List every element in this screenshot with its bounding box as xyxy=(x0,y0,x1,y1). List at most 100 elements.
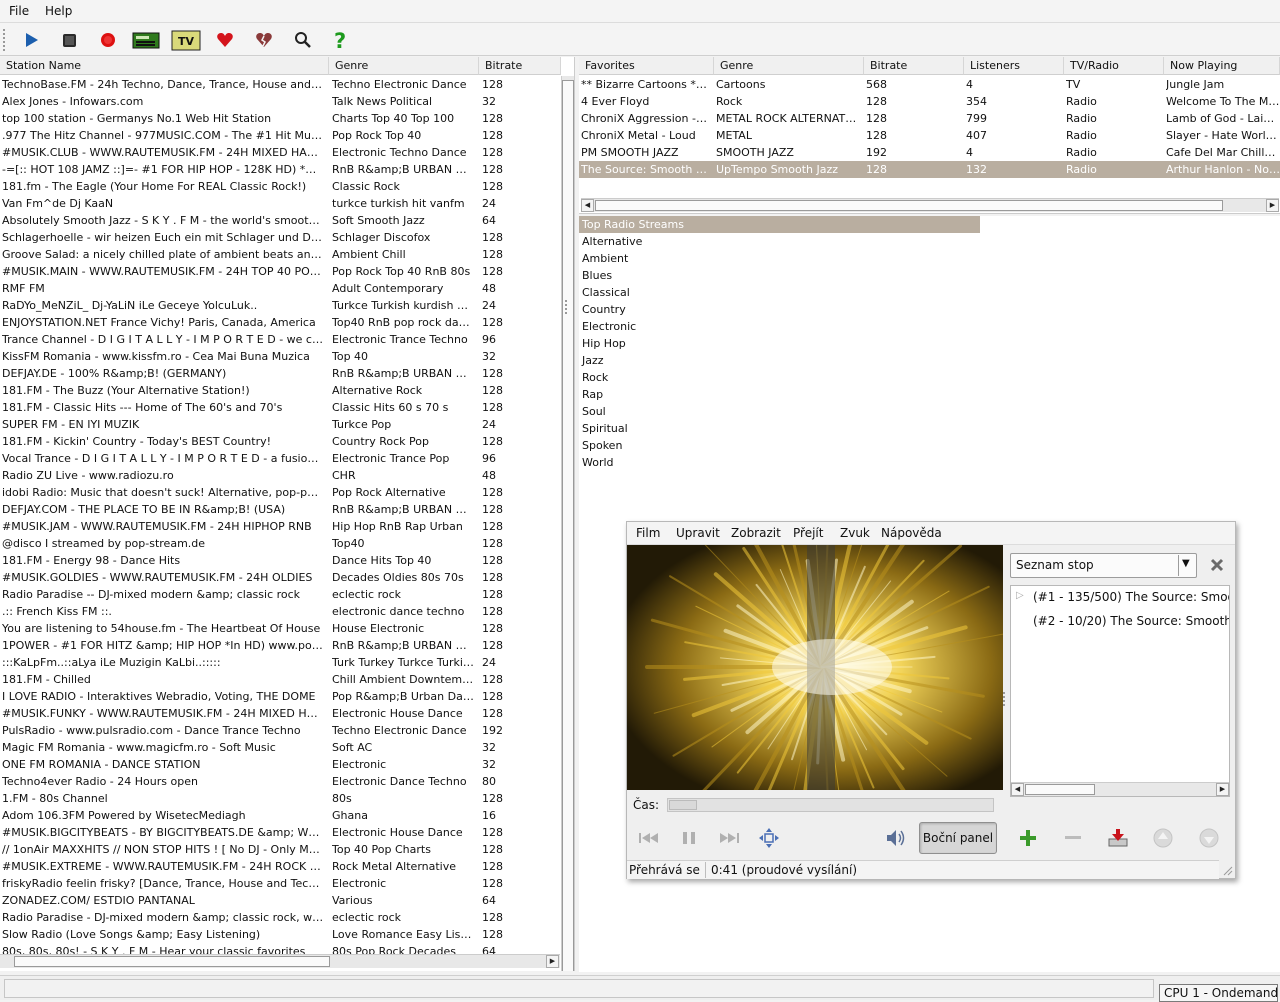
move-up-icon[interactable] xyxy=(1148,823,1178,853)
seek-slider-handle[interactable] xyxy=(669,800,697,810)
column-header-fav-genre[interactable]: Genre xyxy=(714,57,864,75)
table-row[interactable]: The Source: Smooth Jazz UpTempo Smooth Ja… xyxy=(579,161,1280,178)
player-splitter[interactable] xyxy=(1003,692,1009,706)
table-row[interactable]: RMF FM Adult Contemporary 48 xyxy=(0,280,560,297)
table-row[interactable]: #MUSIK.EXTREME - WWW.RAUTEMUSIK.FM - 24H… xyxy=(0,858,560,875)
playlist-scroll-right-arrow-icon[interactable]: ▶ xyxy=(1216,783,1229,796)
genre-item[interactable]: Rock xyxy=(579,369,608,386)
table-row[interactable]: #MUSIK.JAM - WWW.RAUTEMUSIK.FM - 24H HIP… xyxy=(0,518,560,535)
genre-item[interactable]: Top Radio Streams xyxy=(579,216,980,233)
table-row[interactable]: #MUSIK.CLUB - WWW.RAUTEMUSIK.FM - 24H MI… xyxy=(0,144,560,161)
column-header-listeners[interactable]: Listeners xyxy=(964,57,1064,75)
table-row[interactable]: 181.FM - The Buzz (Your Alternative Stat… xyxy=(0,382,560,399)
favorites-table[interactable]: Favorites Genre Bitrate Listeners TV/Rad… xyxy=(579,57,1280,214)
menu-help[interactable]: Help xyxy=(45,4,72,18)
table-row[interactable]: #MUSIK.FUNKY - WWW.RAUTEMUSIK.FM - 24H M… xyxy=(0,705,560,722)
table-row[interactable]: TechnoBase.FM - 24h Techno, Dance, Tranc… xyxy=(0,76,560,93)
station-list-vscrollbar[interactable]: ▼ xyxy=(561,76,574,971)
genre-item[interactable]: Spiritual xyxy=(579,420,628,437)
chevron-down-icon[interactable]: ▼ xyxy=(1182,558,1190,569)
table-row[interactable]: .:: French Kiss FM ::. electronic dance t… xyxy=(0,603,560,620)
table-row[interactable]: ChroniX Metal - Loud METAL 128 407 Radio Slay… xyxy=(579,127,1280,144)
table-row[interactable]: 181.FM - Classic Hits --- Home of The 60… xyxy=(0,399,560,416)
remove-icon[interactable] xyxy=(1058,823,1088,853)
table-row[interactable]: I LOVE RADIO - Interaktives Webradio, Vo… xyxy=(0,688,560,705)
favorites-hscrollbar[interactable]: ◀ ▶ xyxy=(581,198,1279,212)
column-header-bitrate[interactable]: Bitrate xyxy=(479,57,561,75)
resize-grip[interactable] xyxy=(1221,864,1233,876)
playlist-item[interactable]: (#2 - 10/20) The Source: Smooth Jazz xyxy=(1011,610,1229,633)
table-row[interactable]: 181.fm - The Eagle (Your Home For REAL C… xyxy=(0,178,560,195)
table-row[interactable]: ONE FM ROMANIA - DANCE STATION Electronic… xyxy=(0,756,560,773)
playlist[interactable]: ▷ (#1 - 135/500) The Source: Smooth Jazz… xyxy=(1010,585,1230,797)
table-row[interactable]: PM SMOOTH JAZZ SMOOTH JAZZ 192 4 Radio Cafe D… xyxy=(579,144,1280,161)
table-row[interactable]: PulsRadio - www.pulsradio.com - Dance Tr… xyxy=(0,722,560,739)
table-row[interactable]: Techno4ever Radio - 24 Hours open Electro… xyxy=(0,773,560,790)
move-down-icon[interactable] xyxy=(1194,823,1224,853)
menu-file[interactable]: File xyxy=(9,4,29,18)
table-row[interactable]: Radio Paradise -- DJ-mixed modern &amp; … xyxy=(0,586,560,603)
cpu-status[interactable]: CPU 1 - Ondemand xyxy=(1159,984,1278,1002)
table-row[interactable]: #MUSIK.MAIN - WWW.RAUTEMUSIK.FM - 24H TO… xyxy=(0,263,560,280)
table-row[interactable]: 181.FM - Energy 98 - Dance Hits Dance Hit… xyxy=(0,552,560,569)
table-row[interactable]: Radio ZU Live - www.radiozu.ro CHR 48 xyxy=(0,467,560,484)
favorites-hscroll-thumb[interactable] xyxy=(595,200,1223,211)
player-menu-upravit[interactable]: Upravit xyxy=(676,526,720,540)
video-visualization[interactable] xyxy=(627,545,1003,790)
next-icon[interactable] xyxy=(714,823,744,853)
genre-item[interactable]: Alternative xyxy=(579,233,642,250)
column-header-genre[interactable]: Genre xyxy=(329,57,479,75)
station-list-vscroll-thumb[interactable] xyxy=(562,80,574,971)
table-row[interactable]: DEFJAY.DE - 100% R&amp;B! (GERMANY) RnB R… xyxy=(0,365,560,382)
station-list-hscroll-thumb[interactable] xyxy=(14,956,330,967)
previous-icon[interactable] xyxy=(634,823,664,853)
table-row[interactable]: ENJOYSTATION.NET France Vichy! Paris, Ca… xyxy=(0,314,560,331)
table-row[interactable]: @disco I streamed by pop-stream.de Top40 1… xyxy=(0,535,560,552)
toolbar-grip[interactable] xyxy=(3,29,8,51)
table-row[interactable]: ZONADEZ.COM/ ESTDIO PANTANAL Various 64 xyxy=(0,892,560,909)
playlist-item[interactable]: ▷ (#1 - 135/500) The Source: Smooth Jazz xyxy=(1011,586,1229,609)
genre-item[interactable]: Soul xyxy=(579,403,606,420)
genre-item[interactable]: Electronic xyxy=(579,318,636,335)
table-row[interactable]: // 1onAir MAXXHITS // NON STOP HITS ! [ … xyxy=(0,841,560,858)
table-row[interactable]: ChroniX Aggression - Loud METAL ROCK ALTE… xyxy=(579,110,1280,127)
player-menu-napoveda[interactable]: Nápověda xyxy=(881,526,942,540)
play-icon[interactable] xyxy=(16,26,46,54)
search-icon[interactable] xyxy=(288,26,318,54)
table-row[interactable]: 1.FM - 80s Channel 80s 128 xyxy=(0,790,560,807)
playlist-hscroll-thumb[interactable] xyxy=(1025,784,1095,795)
table-row[interactable]: Groove Salad: a nicely chilled plate of … xyxy=(0,246,560,263)
table-row[interactable]: Magic FM Romania - www.magicfm.ro - Soft… xyxy=(0,739,560,756)
column-header-favorites[interactable]: Favorites xyxy=(579,57,714,75)
side-panel-button[interactable]: Boční panel xyxy=(919,822,997,854)
genre-item[interactable]: Classical xyxy=(579,284,630,301)
genre-item[interactable]: Ambient xyxy=(579,250,628,267)
player-menu-zvuk[interactable]: Zvuk xyxy=(840,526,870,540)
table-row[interactable]: Adom 106.3FM Powered by WisetecMediagh Gh… xyxy=(0,807,560,824)
fav-scroll-right-arrow-icon[interactable]: ▶ xyxy=(1266,199,1279,212)
broken-heart-icon[interactable] xyxy=(249,26,279,54)
save-icon[interactable] xyxy=(1103,823,1133,853)
add-icon[interactable] xyxy=(1013,823,1043,853)
table-row[interactable]: Absolutely Smooth Jazz - S K Y . F M - t… xyxy=(0,212,560,229)
pause-icon[interactable] xyxy=(674,823,704,853)
table-row[interactable]: #MUSIK.GOLDIES - WWW.RAUTEMUSIK.FM - 24H… xyxy=(0,569,560,586)
table-row[interactable]: Trance Channel - D I G I T A L L Y - I M… xyxy=(0,331,560,348)
station-list-hscrollbar[interactable]: ▶ xyxy=(0,954,560,968)
table-row[interactable]: 181.FM - Chilled Chill Ambient Downtempo 1… xyxy=(0,671,560,688)
table-row[interactable]: Vocal Trance - D I G I T A L L Y - I M P… xyxy=(0,450,560,467)
help-icon[interactable]: ? xyxy=(326,26,356,54)
table-row[interactable]: Alex Jones - Infowars.com Talk News Polit… xyxy=(0,93,560,110)
table-row[interactable]: -=[:: HOT 108 JAMZ ::]=- #1 FOR HIP HOP … xyxy=(0,161,560,178)
table-row[interactable]: .977 The Hitz Channel - 977MUSIC.COM - T… xyxy=(0,127,560,144)
table-row[interactable]: Radio Paradise - DJ-mixed modern &amp; c… xyxy=(0,909,560,926)
genre-item[interactable]: Rap xyxy=(579,386,603,403)
genre-item[interactable]: Country xyxy=(579,301,626,318)
table-row[interactable]: DEFJAY.COM - THE PLACE TO BE IN R&amp;B!… xyxy=(0,501,560,518)
seek-slider[interactable] xyxy=(667,798,994,812)
table-row[interactable]: Schlagerhoelle - wir heizen Euch ein mit… xyxy=(0,229,560,246)
table-row[interactable]: friskyRadio feelin frisky? [Dance, Tranc… xyxy=(0,875,560,892)
column-header-now-playing[interactable]: Now Playing xyxy=(1164,57,1280,75)
table-row[interactable]: Van Fm^de Dj KaaN turkce turkish hit vanf… xyxy=(0,195,560,212)
playlist-scroll-left-arrow-icon[interactable]: ◀ xyxy=(1011,783,1024,796)
